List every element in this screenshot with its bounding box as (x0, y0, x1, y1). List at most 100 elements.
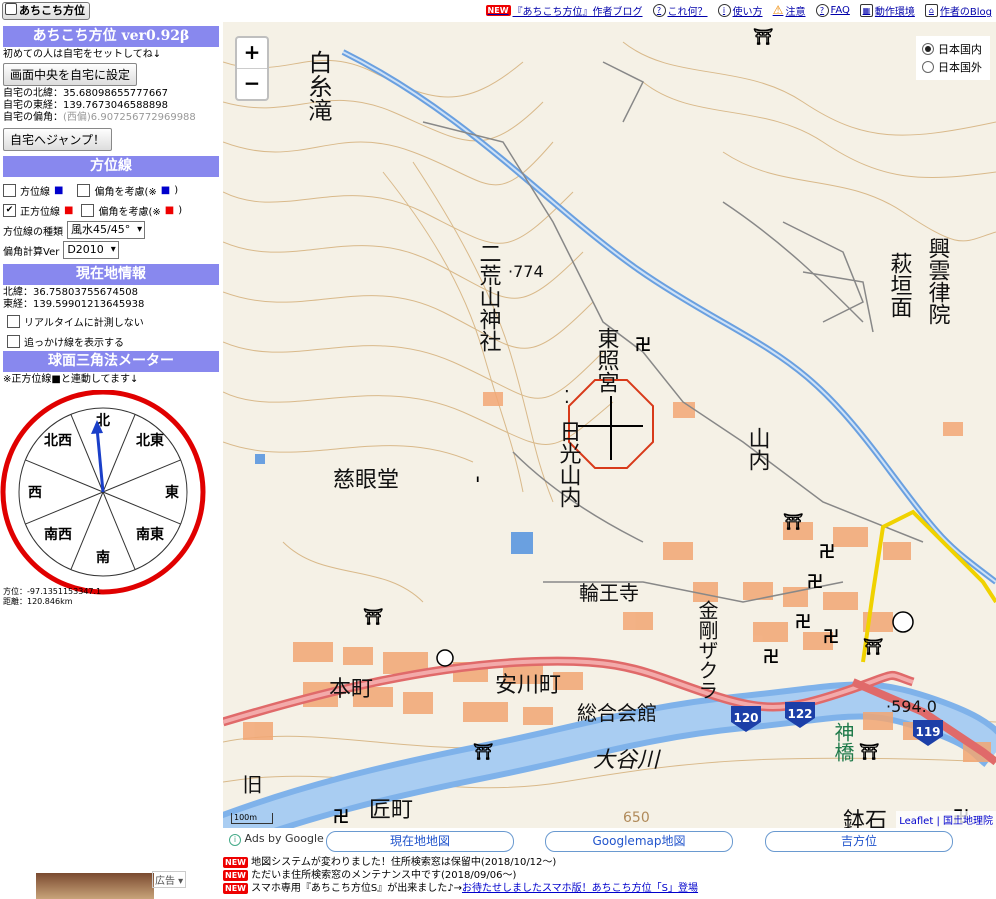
news-text: スマホ専用『あちこち方位S』が出来ました♪→ (251, 883, 462, 894)
red-swatch: ■ (164, 204, 175, 216)
show-follow-checkbox[interactable] (7, 334, 20, 348)
svg-text:⛩: ⛩ (859, 742, 879, 761)
region-overseas[interactable]: 日本国外 (922, 58, 982, 76)
meter-info: 方位：-97.1351153347.1 距離：120.846km (3, 587, 101, 607)
azimuth-line-checkbox[interactable] (3, 183, 16, 197)
home-lng: 自宅の東経：139.7673046588898 (3, 100, 168, 111)
map-canvas[interactable]: ⛩⛩⛩⛩ ⛩⛩卍卍 卍卍卍卍 卍卍ı 120 122 119 白糸滝 二荒山神社… (223, 22, 996, 828)
shrine-marker-icon (892, 611, 914, 633)
label-kouunritsuin: 興雲律院 (925, 237, 951, 325)
link-what-is-this[interactable]: ? これ何？ (652, 3, 708, 18)
bottom-area: i Ads by Google 現在地地図 Googlemap地図 吉方位 NE… (223, 828, 996, 899)
svg-text:卍: 卍 (807, 572, 823, 591)
googlemap-button[interactable]: Googlemap地図 (545, 831, 733, 852)
dir-south: 南 (96, 549, 110, 566)
label-hagigaki: 萩垣面 (887, 252, 913, 318)
zoom-in-button[interactable]: + (237, 38, 267, 68)
pond (511, 532, 533, 554)
svg-text:⛩: ⛩ (783, 512, 803, 531)
compass-meter: 北 北東 東 南東 南 南西 西 北西 (0, 390, 206, 595)
jump-home-button[interactable]: 自宅へジャンプ！ (3, 128, 113, 151)
link-faq[interactable]: ? FAQ (815, 3, 850, 18)
region-japan-label: 日本国内 (938, 43, 982, 56)
zoom-out-button[interactable]: − (237, 68, 267, 99)
lucky-direction-button[interactable]: 吉方位 (765, 831, 953, 852)
true-azimuth-decl-checkbox[interactable] (81, 203, 95, 217)
info-icon: i (229, 834, 241, 846)
app-logo[interactable]: あちこち方位 (2, 2, 90, 20)
label-futarasan: 二荒山神社 (476, 242, 502, 352)
news-text: 地図システムが変わりました！住所検索窓は保留中(2018/10/12〜) (251, 857, 557, 868)
news-list: NEW 地図システムが変わりました！住所検索窓は保留中(2018/10/12〜)… (223, 856, 698, 895)
azimuth-header: 方位線 (3, 156, 219, 177)
region-overseas-label: 日本国外 (938, 61, 982, 74)
link-environment[interactable]: ▦ 動作環境 (859, 3, 915, 18)
svg-text:卍: 卍 (763, 647, 779, 666)
label-toshogu: 東照宮 (594, 327, 620, 393)
dir-northeast: 北東 (136, 432, 164, 449)
ad-label[interactable]: 広告 ▾ (152, 871, 187, 888)
news-item: NEW スマホ専用『あちこち方位S』が出来ました♪→お待たせしましたスマホ版！あ… (223, 882, 698, 895)
leaflet-link[interactable]: Leaflet (899, 816, 933, 827)
current-lng: 東経：139.59901213645938 (3, 299, 145, 310)
label-shiraito: 白糸滝 (304, 50, 332, 122)
svg-text:⛩: ⛩ (753, 27, 773, 46)
svg-text:卍: 卍 (333, 807, 349, 826)
home-icon: ⌂ (924, 4, 938, 17)
top-links: NEW 『あちこち方位』作者ブログ ? これ何？ i 使い方 ⚠ 注意 ? FAQ ▦ 動作… (485, 3, 992, 18)
decl-ver-select[interactable]: D2010 (63, 241, 119, 259)
question-icon: ? (815, 4, 829, 17)
link-label: 使い方 (732, 7, 763, 18)
route-shield-119: 119 (915, 725, 940, 739)
dir-west: 西 (28, 485, 42, 501)
news-link[interactable]: お待たせしましたスマホ版！あちこち方位「S」登場 (462, 883, 698, 894)
warning-icon: ⚠ (772, 3, 784, 17)
true-azimuth-checkbox[interactable]: ✔ (3, 203, 16, 217)
ads-by-google[interactable]: i Ads by Google (229, 832, 324, 846)
line-type-row: 方位線の種類 風水45/45° (0, 220, 220, 240)
region-overseas-radio[interactable] (922, 61, 934, 73)
post-office-icon (436, 649, 454, 667)
logo-icon (5, 3, 17, 15)
svg-text:卍: 卍 (819, 542, 835, 561)
map-view[interactable]: ⛩⛩⛩⛩ ⛩⛩卍卍 卍卍卍卍 卍卍ı 120 122 119 白糸滝 二荒山神社… (223, 22, 996, 828)
azimuth-decl-checkbox[interactable] (77, 183, 91, 197)
region-selector: 日本国内 日本国外 (916, 36, 990, 80)
current-map-button[interactable]: 現在地地図 (326, 831, 514, 852)
news-item: NEW 地図システムが変わりました！住所検索窓は保留中(2018/10/12〜) (223, 856, 698, 869)
blue-swatch: ■ (160, 184, 171, 196)
true-azimuth-row: ✔ 正方位線 ■ 偏角を考慮(※ ■) (0, 200, 220, 220)
pond (255, 454, 265, 464)
region-japan[interactable]: 日本国内 (922, 40, 982, 58)
first-note: 初めての人は自宅をセットしてね↓ (3, 49, 162, 60)
label-nikko-sannai: 日光山内 (556, 420, 582, 508)
new-badge: NEW (485, 5, 511, 16)
link-how-to-use[interactable]: i 使い方 (717, 3, 763, 18)
news-item: NEW ただいま住所検索窓のメンテナンス中です(2018/09/06〜) (223, 869, 698, 882)
set-home-button[interactable]: 画面中央を自宅に設定 (3, 63, 138, 86)
label-774: ·774 (508, 262, 544, 281)
dir-east: 東 (165, 484, 179, 501)
decl-ver-label: 偏角計算Ver (3, 246, 60, 258)
ad-thumbnail[interactable] (36, 873, 154, 899)
app-title: あちこち方位 ver0.92β (3, 26, 219, 47)
label-shinkyo: 神橋 (831, 722, 855, 763)
link-label: これ何？ (667, 7, 708, 18)
distance-text: 距離：120.846km (3, 597, 73, 606)
map-scale: 100m (231, 813, 273, 824)
svg-text:卍: 卍 (795, 612, 811, 631)
link-caution[interactable]: ⚠ 注意 (773, 3, 806, 18)
link-author-blog[interactable]: ⌂ 作者のBlog (924, 3, 992, 18)
decl-value: (西偏)6.907256772969988 (63, 112, 196, 123)
gsi-link[interactable]: 国土地理院 (943, 816, 993, 827)
red-swatch: ■ (64, 204, 74, 216)
line-type-select[interactable]: 風水45/45° (67, 221, 146, 239)
dir-southwest: 南西 (44, 526, 72, 543)
svg-text:ı: ı (476, 474, 479, 485)
no-realtime-checkbox[interactable] (7, 314, 20, 328)
region-japan-radio[interactable] (922, 43, 934, 55)
dir-southeast: 南東 (136, 526, 164, 543)
link-author-blog-new[interactable]: NEW 『あちこち方位』作者ブログ (485, 3, 643, 18)
map-attribution: Leaflet | 国土地理院 (896, 811, 996, 828)
route-shield-120: 120 (733, 711, 758, 725)
